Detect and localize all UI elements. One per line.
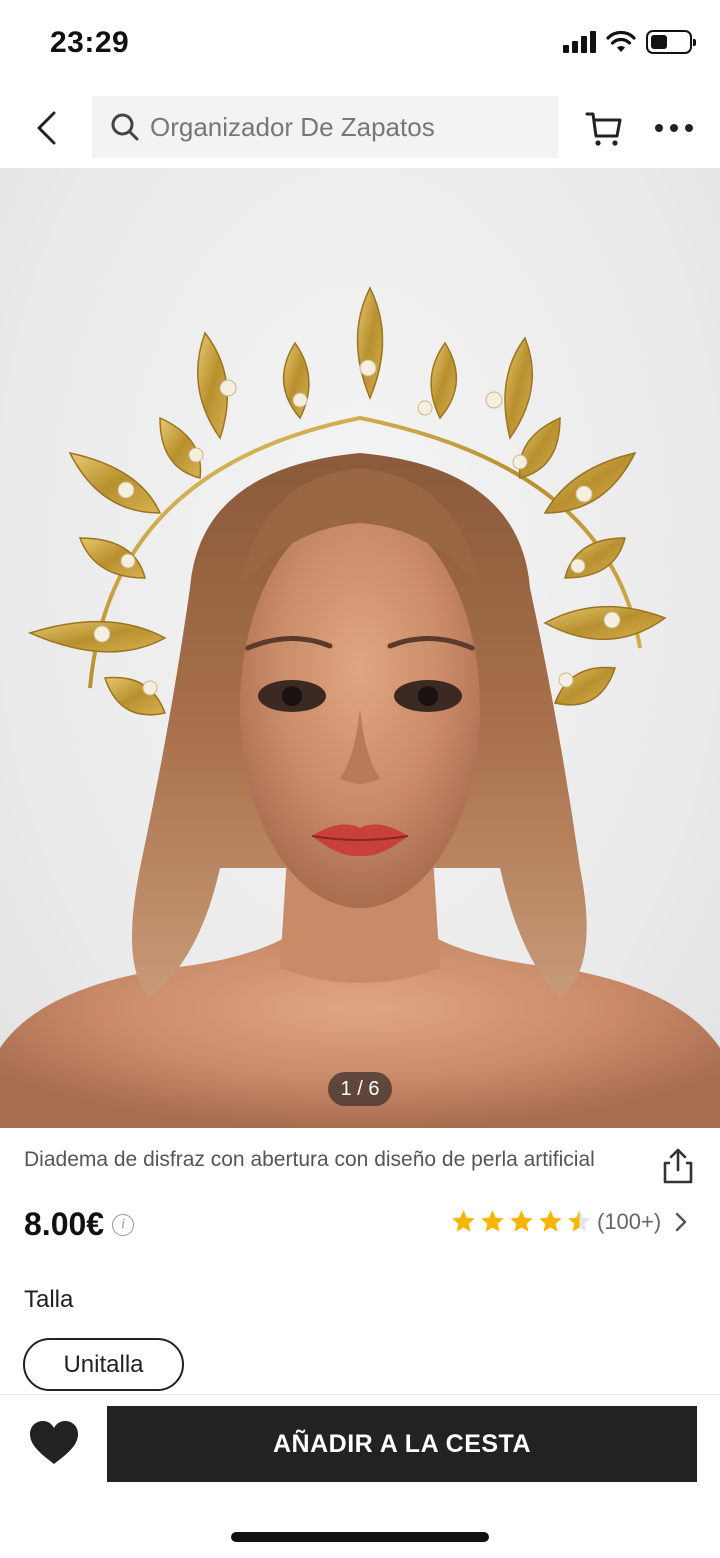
status-icons bbox=[563, 30, 696, 54]
home-indicator bbox=[231, 1532, 489, 1542]
cart-icon bbox=[585, 112, 622, 146]
size-option-unitalla[interactable]: Unitalla bbox=[23, 1338, 184, 1391]
star-icon bbox=[539, 1210, 562, 1232]
back-chevron-icon bbox=[37, 111, 56, 145]
search-input[interactable]: Organizador De Zapatos bbox=[92, 96, 558, 158]
search-placeholder: Organizador De Zapatos bbox=[150, 111, 435, 142]
rating-count: (100+) bbox=[597, 1208, 662, 1234]
search-icon bbox=[111, 113, 139, 141]
more-dots-icon bbox=[655, 124, 663, 132]
bottom-bar-divider bbox=[0, 1394, 720, 1395]
status-bar: 23:29 bbox=[0, 0, 720, 90]
star-shape bbox=[481, 1210, 504, 1232]
product-price: 8.00€ bbox=[24, 1206, 105, 1242]
top-navigation: Organizador De Zapatos bbox=[0, 90, 720, 168]
star-icon bbox=[568, 1210, 591, 1232]
add-to-cart-button[interactable]: AÑADIR A LA CESTA bbox=[107, 1406, 697, 1482]
star-shape bbox=[539, 1210, 562, 1232]
star-shape bbox=[510, 1210, 533, 1232]
cart-button[interactable] bbox=[584, 108, 626, 150]
rating-stars bbox=[450, 1208, 593, 1235]
star-shape bbox=[568, 1210, 591, 1232]
cellular-signal-icon bbox=[563, 31, 596, 53]
image-counter: 1 / 6 bbox=[328, 1072, 392, 1106]
share-button[interactable] bbox=[660, 1146, 696, 1186]
product-photo bbox=[0, 286, 720, 1128]
battery-icon bbox=[646, 30, 696, 54]
back-button[interactable] bbox=[28, 108, 64, 148]
chevron-right-icon bbox=[676, 1212, 687, 1231]
star-icon bbox=[481, 1210, 504, 1232]
price-info-icon[interactable]: i bbox=[112, 1213, 135, 1236]
star-icon bbox=[452, 1210, 475, 1232]
star-shape bbox=[452, 1210, 475, 1232]
heart-icon bbox=[30, 1421, 78, 1464]
status-time: 23:29 bbox=[50, 26, 130, 59]
star-icon bbox=[510, 1210, 533, 1232]
more-options-button[interactable] bbox=[650, 114, 698, 142]
wifi-icon bbox=[606, 30, 636, 52]
product-image-carousel[interactable] bbox=[0, 168, 720, 1128]
size-label: Talla bbox=[24, 1286, 74, 1313]
product-title: Diadema de disfraz con abertura con dise… bbox=[24, 1148, 595, 1171]
rating-summary[interactable]: (100+) bbox=[450, 1208, 687, 1235]
share-icon bbox=[663, 1148, 693, 1184]
price-row: 8.00€ i bbox=[24, 1206, 135, 1243]
wishlist-button[interactable] bbox=[28, 1418, 80, 1470]
